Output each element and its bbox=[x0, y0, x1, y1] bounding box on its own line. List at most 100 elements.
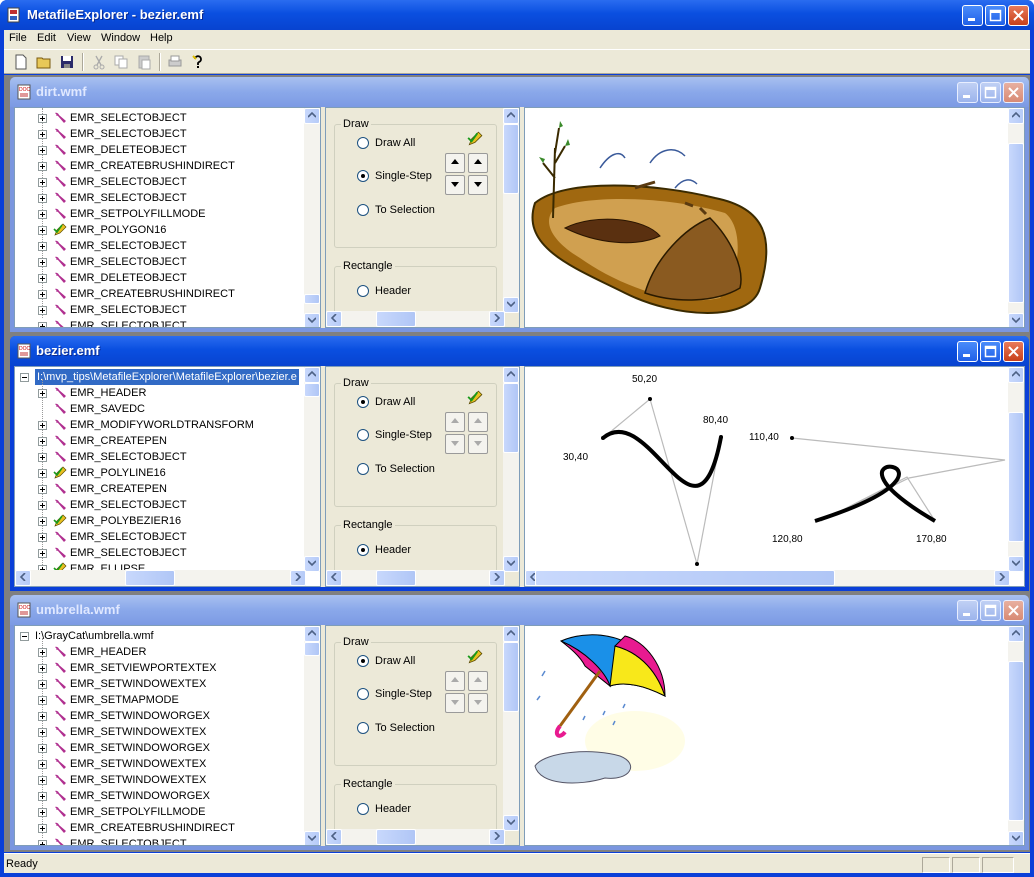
child-close-button[interactable] bbox=[1003, 341, 1024, 362]
scroll-right-button[interactable] bbox=[489, 311, 505, 327]
menu-edit[interactable]: Edit bbox=[37, 32, 56, 44]
tree-item[interactable]: EMR_CREATEPEN bbox=[15, 433, 305, 449]
vertical-scrollbar[interactable] bbox=[304, 108, 320, 327]
header-radio[interactable] bbox=[357, 544, 369, 556]
draw-all-radio[interactable] bbox=[357, 655, 369, 667]
horizontal-scrollbar[interactable] bbox=[15, 570, 306, 586]
new-button[interactable] bbox=[12, 53, 30, 71]
scroll-down-button[interactable] bbox=[503, 815, 519, 831]
tree-item[interactable]: EMR_DELETEOBJECT bbox=[15, 270, 305, 286]
menu-window[interactable]: Window bbox=[101, 32, 140, 44]
tree-item[interactable]: EMR_POLYLINE16 bbox=[15, 465, 305, 481]
vertical-scrollbar[interactable] bbox=[304, 367, 320, 572]
tree-item[interactable]: EMR_SELECTOBJECT bbox=[15, 302, 305, 318]
record-tree[interactable]: EMR_SELECTOBJECT EMR_SELECTOBJECT EMR_DE… bbox=[14, 107, 321, 328]
menu-help[interactable]: Help bbox=[150, 32, 173, 44]
scroll-thumb[interactable] bbox=[1008, 661, 1024, 821]
tree-item[interactable]: EMR_CREATEBRUSHINDIRECT bbox=[15, 286, 305, 302]
single-step-radio[interactable] bbox=[357, 688, 369, 700]
tree-item[interactable]: EMR_SELECTOBJECT bbox=[15, 254, 305, 270]
scroll-down-button[interactable] bbox=[503, 556, 519, 572]
tree-item[interactable]: EMR_SELECTOBJECT bbox=[15, 497, 305, 513]
scroll-right-button[interactable] bbox=[489, 829, 505, 845]
header-radio[interactable] bbox=[357, 285, 369, 297]
scroll-down-button[interactable] bbox=[304, 556, 320, 572]
scroll-up-button[interactable] bbox=[503, 108, 519, 124]
scroll-thumb[interactable] bbox=[376, 829, 416, 845]
vertical-scrollbar[interactable] bbox=[1008, 367, 1024, 572]
scroll-up-button[interactable] bbox=[1008, 108, 1024, 124]
scroll-left-button[interactable] bbox=[15, 570, 31, 586]
scroll-up-button[interactable] bbox=[503, 367, 519, 383]
child-maximize-button[interactable] bbox=[980, 341, 1001, 362]
scroll-thumb[interactable] bbox=[125, 570, 175, 586]
scroll-down-button[interactable] bbox=[1008, 313, 1024, 327]
scroll-thumb[interactable] bbox=[304, 383, 320, 397]
help-button[interactable] bbox=[189, 53, 207, 71]
vertical-scrollbar[interactable] bbox=[1008, 626, 1024, 845]
child-minimize-button[interactable] bbox=[957, 341, 978, 362]
scroll-right-button[interactable] bbox=[994, 570, 1010, 586]
header-radio[interactable] bbox=[357, 803, 369, 815]
step-down-button[interactable] bbox=[445, 175, 465, 195]
scroll-down-button[interactable] bbox=[1008, 556, 1024, 572]
single-step-radio[interactable] bbox=[357, 429, 369, 441]
scroll-thumb[interactable] bbox=[503, 124, 519, 194]
step-down-button[interactable] bbox=[445, 693, 465, 713]
to-selection-radio[interactable] bbox=[357, 722, 369, 734]
tree-root[interactable]: I:\GrayCat\umbrella.wmf bbox=[15, 628, 305, 644]
open-button[interactable] bbox=[35, 53, 53, 71]
record-tree[interactable]: I:\mvp_tips\MetafileExplorer\MetafileExp… bbox=[14, 366, 321, 587]
draw-all-radio[interactable] bbox=[357, 396, 369, 408]
scroll-thumb[interactable] bbox=[503, 642, 519, 712]
child-maximize-button[interactable] bbox=[980, 82, 1001, 103]
tree-item[interactable]: EMR_SELECTOBJECT bbox=[15, 238, 305, 254]
child-close-button[interactable] bbox=[1003, 82, 1024, 103]
scroll-up-button[interactable] bbox=[1008, 626, 1024, 642]
horizontal-scrollbar[interactable] bbox=[326, 311, 505, 327]
cut-button[interactable] bbox=[90, 53, 108, 71]
step-down-fast-button[interactable] bbox=[468, 693, 488, 713]
tree-item[interactable]: EMR_SELECTOBJECT bbox=[15, 126, 305, 142]
horizontal-scrollbar[interactable] bbox=[326, 570, 505, 586]
tree-item[interactable]: EMR_CREATEBRUSHINDIRECT bbox=[15, 158, 305, 174]
tree-item[interactable]: EMR_SETWINDOWORGEX bbox=[15, 788, 305, 804]
scroll-thumb[interactable] bbox=[304, 294, 320, 304]
scroll-thumb[interactable] bbox=[376, 311, 416, 327]
scroll-thumb[interactable] bbox=[503, 383, 519, 453]
scroll-thumb[interactable] bbox=[1008, 412, 1024, 542]
child-title-bar[interactable]: DOC dirt.wmf bbox=[10, 77, 1029, 107]
draw-all-radio[interactable] bbox=[357, 137, 369, 149]
scroll-thumb[interactable] bbox=[376, 570, 416, 586]
to-selection-radio[interactable] bbox=[357, 204, 369, 216]
scroll-down-button[interactable] bbox=[503, 297, 519, 313]
tree-item[interactable]: EMR_SELECTOBJECT bbox=[15, 174, 305, 190]
child-close-button[interactable] bbox=[1003, 600, 1024, 621]
tree-item[interactable]: EMR_SETMAPMODE bbox=[15, 692, 305, 708]
title-bar[interactable]: MetafileExplorer - bezier.emf bbox=[0, 0, 1034, 30]
tree-item[interactable]: EMR_SETWINDOWEXTEX bbox=[15, 676, 305, 692]
step-down-fast-button[interactable] bbox=[468, 434, 488, 454]
scroll-up-button[interactable] bbox=[304, 108, 320, 124]
step-up-fast-button[interactable] bbox=[468, 412, 488, 432]
maximize-button[interactable] bbox=[985, 5, 1006, 26]
step-down-fast-button[interactable] bbox=[468, 175, 488, 195]
tree-item[interactable]: EMR_SETWINDOWEXTEX bbox=[15, 772, 305, 788]
tree-item[interactable]: EMR_SELECTOBJECT bbox=[15, 545, 305, 561]
step-up-fast-button[interactable] bbox=[468, 671, 488, 691]
scroll-thumb[interactable] bbox=[535, 570, 835, 586]
tree-item[interactable]: EMR_SETWINDOWEXTEX bbox=[15, 756, 305, 772]
tree-item[interactable]: EMR_DELETEOBJECT bbox=[15, 142, 305, 158]
scroll-up-button[interactable] bbox=[304, 626, 320, 642]
tree-item[interactable]: EMR_MODIFYWORLDTRANSFORM bbox=[15, 417, 305, 433]
menu-view[interactable]: View bbox=[67, 32, 91, 44]
child-maximize-button[interactable] bbox=[980, 600, 1001, 621]
vertical-scrollbar[interactable] bbox=[503, 108, 519, 313]
vertical-scrollbar[interactable] bbox=[1008, 108, 1024, 327]
tree-item[interactable]: EMR_SETWINDOWORGEX bbox=[15, 740, 305, 756]
copy-button[interactable] bbox=[112, 53, 130, 71]
tree-item[interactable]: EMR_SAVEDC bbox=[15, 401, 305, 417]
tree-item[interactable]: EMR_POLYGON16 bbox=[15, 222, 305, 238]
tree-item[interactable]: EMR_HEADER bbox=[15, 385, 305, 401]
tree-item[interactable]: EMR_SETVIEWPORTEXTEX bbox=[15, 660, 305, 676]
